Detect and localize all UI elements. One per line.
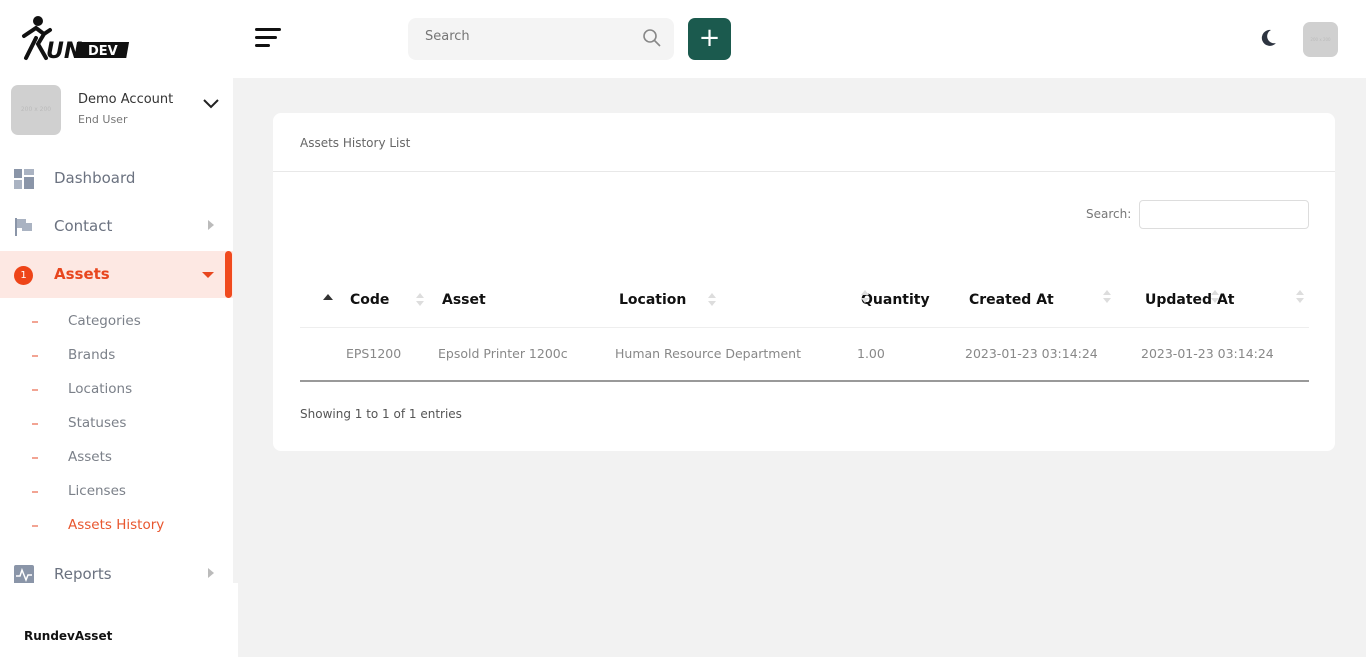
column-quantity[interactable]: Quantity: [834, 273, 942, 328]
global-search[interactable]: [408, 18, 674, 60]
submenu-label: Licenses: [68, 483, 126, 499]
chevron-down-icon[interactable]: [203, 99, 219, 109]
sort-icon: [1296, 290, 1304, 304]
submenu-categories[interactable]: Categories: [0, 310, 233, 334]
activity-icon: [14, 565, 34, 585]
user-avatar[interactable]: 200 x 200: [1303, 22, 1338, 57]
sidebar: 200 x 200 Demo Account End User Dashboar…: [0, 78, 233, 585]
cell-asset: Epsold Printer 1200c: [415, 327, 592, 382]
sidebar-item-label: Dashboard: [54, 169, 136, 187]
assets-badge: 1: [14, 266, 33, 285]
dash-icon: [32, 321, 38, 323]
account-role: End User: [78, 113, 128, 126]
account-avatar: 200 x 200: [11, 85, 61, 135]
cell-code: EPS1200: [300, 327, 415, 382]
column-asset[interactable]: Asset: [415, 273, 716, 328]
dash-icon: [32, 389, 38, 391]
sort-icon: [1211, 290, 1219, 304]
active-indicator: [225, 251, 232, 298]
sidebar-footer: RundevAsset: [0, 583, 238, 657]
cell-updated-at: 2023-01-23 03:14:24: [1118, 327, 1309, 382]
submenu-statuses[interactable]: Statuses: [0, 412, 233, 436]
sort-icon: [861, 290, 869, 304]
cell-quantity: 1.00: [834, 327, 942, 382]
submenu-label: Brands: [68, 347, 116, 363]
dash-icon: [32, 457, 38, 459]
add-button[interactable]: +: [688, 18, 731, 60]
top-header: UN DEV + 200 x 200: [0, 0, 1366, 78]
card-title: Assets History List: [300, 136, 411, 150]
sidebar-item-contact[interactable]: Contact: [0, 203, 233, 250]
sidebar-item-assets[interactable]: 1 Assets: [0, 251, 233, 298]
submenu-label: Categories: [68, 313, 141, 329]
sidebar-item-label: Contact: [54, 217, 113, 235]
sidebar-item-label: Reports: [54, 565, 112, 583]
dash-icon: [32, 423, 38, 425]
search-icon[interactable]: [642, 28, 662, 48]
submenu-label: Locations: [68, 381, 133, 397]
dark-mode-icon[interactable]: [1261, 29, 1277, 47]
cell-location: Human Resource Department: [592, 327, 834, 382]
rundev-logo[interactable]: UN DEV: [16, 14, 136, 64]
svg-text:DEV: DEV: [88, 44, 118, 59]
column-created-at[interactable]: Created At: [942, 273, 1118, 328]
submenu-locations[interactable]: Locations: [0, 378, 233, 402]
sidebar-item-label: Assets: [54, 265, 110, 283]
sidebar-item-dashboard[interactable]: Dashboard: [0, 155, 233, 202]
submenu-licenses[interactable]: Licenses: [0, 480, 233, 504]
sort-icon: [1103, 290, 1111, 304]
flag-icon: [15, 218, 32, 236]
submenu-assets[interactable]: Assets: [0, 446, 233, 470]
assets-history-table: Code Asset Location Quantity Created At …: [300, 273, 1309, 382]
cell-created-at: 2023-01-23 03:14:24: [942, 327, 1118, 382]
column-location[interactable]: Location: [592, 273, 834, 328]
dash-icon: [32, 525, 38, 527]
submenu-label: Assets: [68, 449, 112, 465]
submenu-label: Statuses: [68, 415, 127, 431]
column-code[interactable]: Code: [300, 273, 424, 328]
chevron-right-icon: [208, 220, 214, 230]
assets-history-card: Assets History List Search: Code Asset L…: [273, 113, 1335, 451]
dashboard-icon: [14, 169, 34, 189]
app-brand: RundevAsset: [24, 629, 113, 643]
table-search-label: Search:: [1086, 207, 1132, 221]
table-row: EPS1200 Epsold Printer 1200c Human Resou…: [300, 327, 1309, 382]
menu-toggle-icon[interactable]: [255, 28, 281, 50]
table-search-input[interactable]: [1139, 200, 1309, 229]
submenu-assets-history[interactable]: Assets History: [0, 514, 233, 538]
divider: [273, 171, 1335, 172]
table-header-row: Code Asset Location Quantity Created At …: [300, 273, 1309, 328]
dash-icon: [32, 355, 38, 357]
dash-icon: [32, 491, 38, 493]
search-input[interactable]: [425, 29, 625, 44]
chevron-right-icon: [208, 568, 214, 578]
table-info: Showing 1 to 1 of 1 entries: [300, 407, 462, 421]
account-name: Demo Account: [78, 92, 174, 107]
sort-asc-icon: [323, 294, 333, 300]
submenu-label: Assets History: [68, 517, 165, 533]
account-switcher[interactable]: 200 x 200 Demo Account End User: [11, 85, 231, 135]
submenu-brands[interactable]: Brands: [0, 344, 233, 368]
caret-down-icon: [202, 272, 214, 278]
